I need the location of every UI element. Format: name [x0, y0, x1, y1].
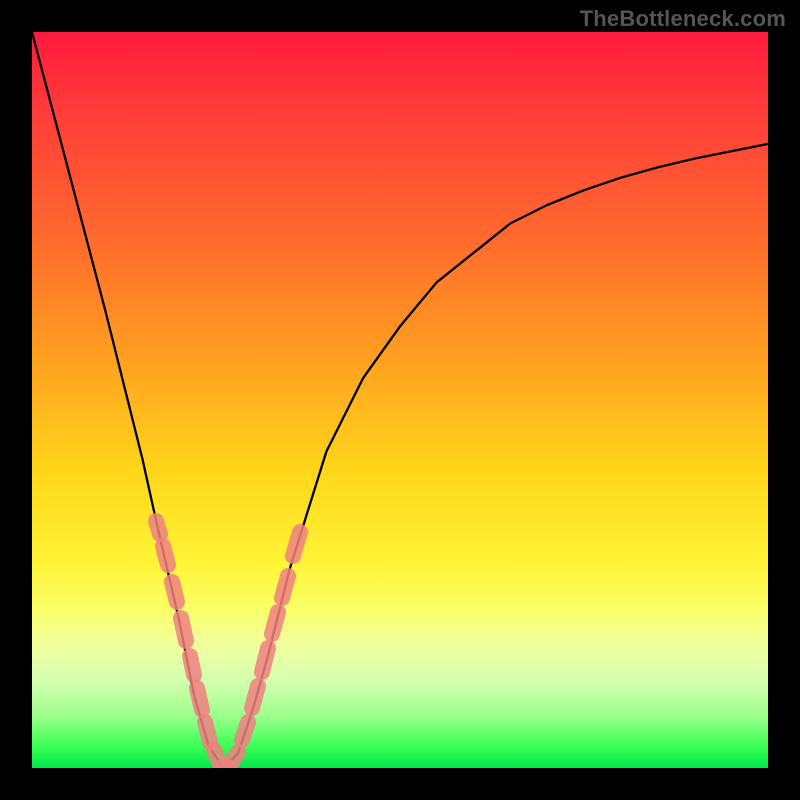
- bottleneck-curve-svg: [32, 32, 768, 768]
- chart-frame: TheBottleneck.com: [0, 0, 800, 800]
- plot-area: [32, 32, 768, 768]
- curve-line: [32, 32, 768, 768]
- curve-markers: [156, 521, 300, 767]
- watermark-text: TheBottleneck.com: [580, 6, 786, 32]
